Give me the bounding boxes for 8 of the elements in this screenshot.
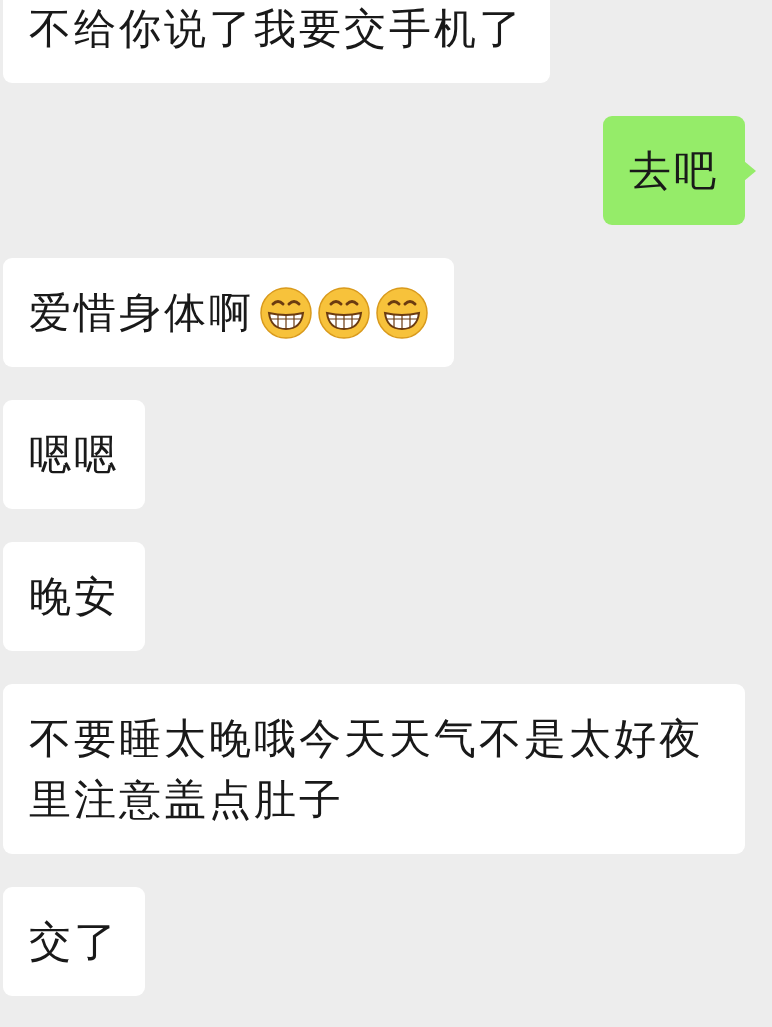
message-bubble: 交了 bbox=[3, 887, 145, 996]
message-bubble: 不要睡太晚哦今天天气不是太好夜里注意盖点肚子 bbox=[3, 684, 745, 854]
message-bubble: 爱惜身体啊 bbox=[3, 258, 454, 367]
message-bubble: 嗯嗯 bbox=[3, 400, 145, 509]
message-bubble: 不给你说了我要交手机了 bbox=[3, 0, 550, 83]
message-bubble: 去吧 bbox=[603, 116, 745, 225]
message-bubble: 晚安 bbox=[3, 542, 145, 651]
bubble-tail bbox=[744, 160, 756, 181]
